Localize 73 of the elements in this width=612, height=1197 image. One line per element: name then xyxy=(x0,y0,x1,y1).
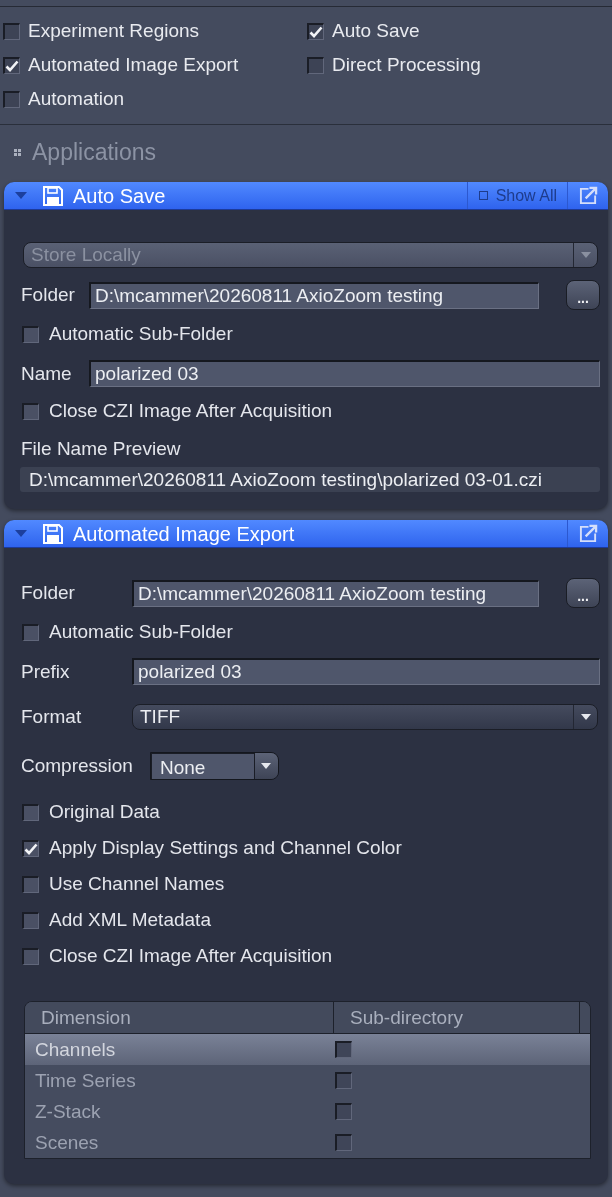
show-all-button[interactable]: Show All xyxy=(466,182,567,209)
checkbox-label: Close CZI Image After Acquisition xyxy=(49,400,332,422)
field-label: Folder xyxy=(21,582,76,604)
checkbox-label: Apply Display Settings and Channel Color xyxy=(49,837,402,859)
check-icon xyxy=(24,842,38,855)
browse-button[interactable]: ... xyxy=(566,280,600,310)
text-field[interactable]: polarized 03 xyxy=(89,360,600,387)
save-icon xyxy=(43,523,63,544)
checkbox-label: Direct Processing xyxy=(332,54,481,76)
field-label: Compression xyxy=(21,755,133,777)
checkbox[interactable] xyxy=(22,402,39,420)
external-link-icon[interactable] xyxy=(578,186,598,205)
file-name-preview: D:\mcammer\20260811 AxioZoom testing\polarized 03-01.czi xyxy=(20,467,600,492)
checkbox[interactable] xyxy=(3,22,20,40)
text-field[interactable]: D:\mcammer\20260811 AxioZoom testing xyxy=(89,281,539,309)
caret-icon[interactable] xyxy=(15,529,27,538)
checkbox-label: Automatic Sub-Folder xyxy=(49,323,233,345)
checkbox[interactable] xyxy=(22,911,39,929)
checkbox-label: Automatic Sub-Folder xyxy=(49,621,233,643)
save-icon xyxy=(43,185,63,206)
text-field[interactable]: polarized 03 xyxy=(132,658,600,685)
field-label: Prefix xyxy=(21,660,71,683)
panel-header[interactable]: Automated Image Export xyxy=(4,520,608,548)
panel-title: Auto Save xyxy=(73,184,166,207)
checkbox[interactable] xyxy=(22,623,39,641)
checkbox[interactable] xyxy=(22,875,39,893)
caret-icon xyxy=(580,714,591,720)
panel-title: Automated Image Export xyxy=(73,522,295,545)
checkbox[interactable] xyxy=(335,1041,352,1058)
field-label: Folder xyxy=(21,284,76,306)
checkbox[interactable] xyxy=(22,947,39,965)
checkbox-label: Use Channel Names xyxy=(49,873,225,895)
table-cell-text: Scenes xyxy=(34,1131,100,1154)
panel-header[interactable]: Auto Save Show All xyxy=(4,182,608,210)
checkbox-label: Automated Image Export xyxy=(28,54,239,76)
section-title: Applications xyxy=(32,139,157,165)
caret-icon xyxy=(580,252,591,258)
field-label: Name xyxy=(21,362,73,385)
field-label: File Name Preview xyxy=(20,438,181,460)
field-label: Format xyxy=(21,706,83,728)
square-icon xyxy=(478,191,488,200)
checkbox[interactable] xyxy=(3,90,20,108)
checkbox[interactable] xyxy=(3,56,20,74)
check-icon xyxy=(5,59,19,72)
browse-button[interactable]: ... xyxy=(566,578,600,608)
caret-icon xyxy=(261,763,272,769)
table-row[interactable]: Channels xyxy=(25,1034,590,1065)
text-field[interactable]: D:\mcammer\20260811 AxioZoom testing xyxy=(132,579,539,607)
checkbox[interactable] xyxy=(307,22,324,40)
checkbox[interactable] xyxy=(335,1072,352,1089)
column-header[interactable]: Sub-directory xyxy=(334,1002,580,1033)
checkbox[interactable] xyxy=(22,803,39,821)
external-link-icon[interactable] xyxy=(578,524,598,543)
checkbox[interactable] xyxy=(307,56,324,74)
checkbox[interactable] xyxy=(335,1134,352,1151)
table-cell-text: Channels xyxy=(34,1038,117,1061)
check-icon xyxy=(309,25,323,38)
checkbox[interactable] xyxy=(335,1103,352,1120)
dropdown[interactable]: TIFF xyxy=(132,704,598,730)
checkbox-label: Experiment Regions xyxy=(28,20,200,42)
checkbox-label: Add XML Metadata xyxy=(49,909,211,931)
caret-icon[interactable] xyxy=(15,191,27,200)
checkbox[interactable] xyxy=(22,839,39,857)
checkbox[interactable] xyxy=(22,325,39,343)
table-cell-text: Z-Stack xyxy=(34,1100,102,1123)
grip-icon xyxy=(14,148,21,156)
checkbox-label: Close CZI Image After Acquisition xyxy=(49,945,332,967)
table-cell-text: Time Series xyxy=(34,1069,137,1092)
column-header[interactable]: Dimension xyxy=(25,1002,334,1033)
checkbox-label: Automation xyxy=(28,88,125,110)
checkbox-label: Auto Save xyxy=(332,20,420,42)
checkbox-label: Original Data xyxy=(49,801,160,823)
dropdown[interactable]: None xyxy=(149,752,279,780)
